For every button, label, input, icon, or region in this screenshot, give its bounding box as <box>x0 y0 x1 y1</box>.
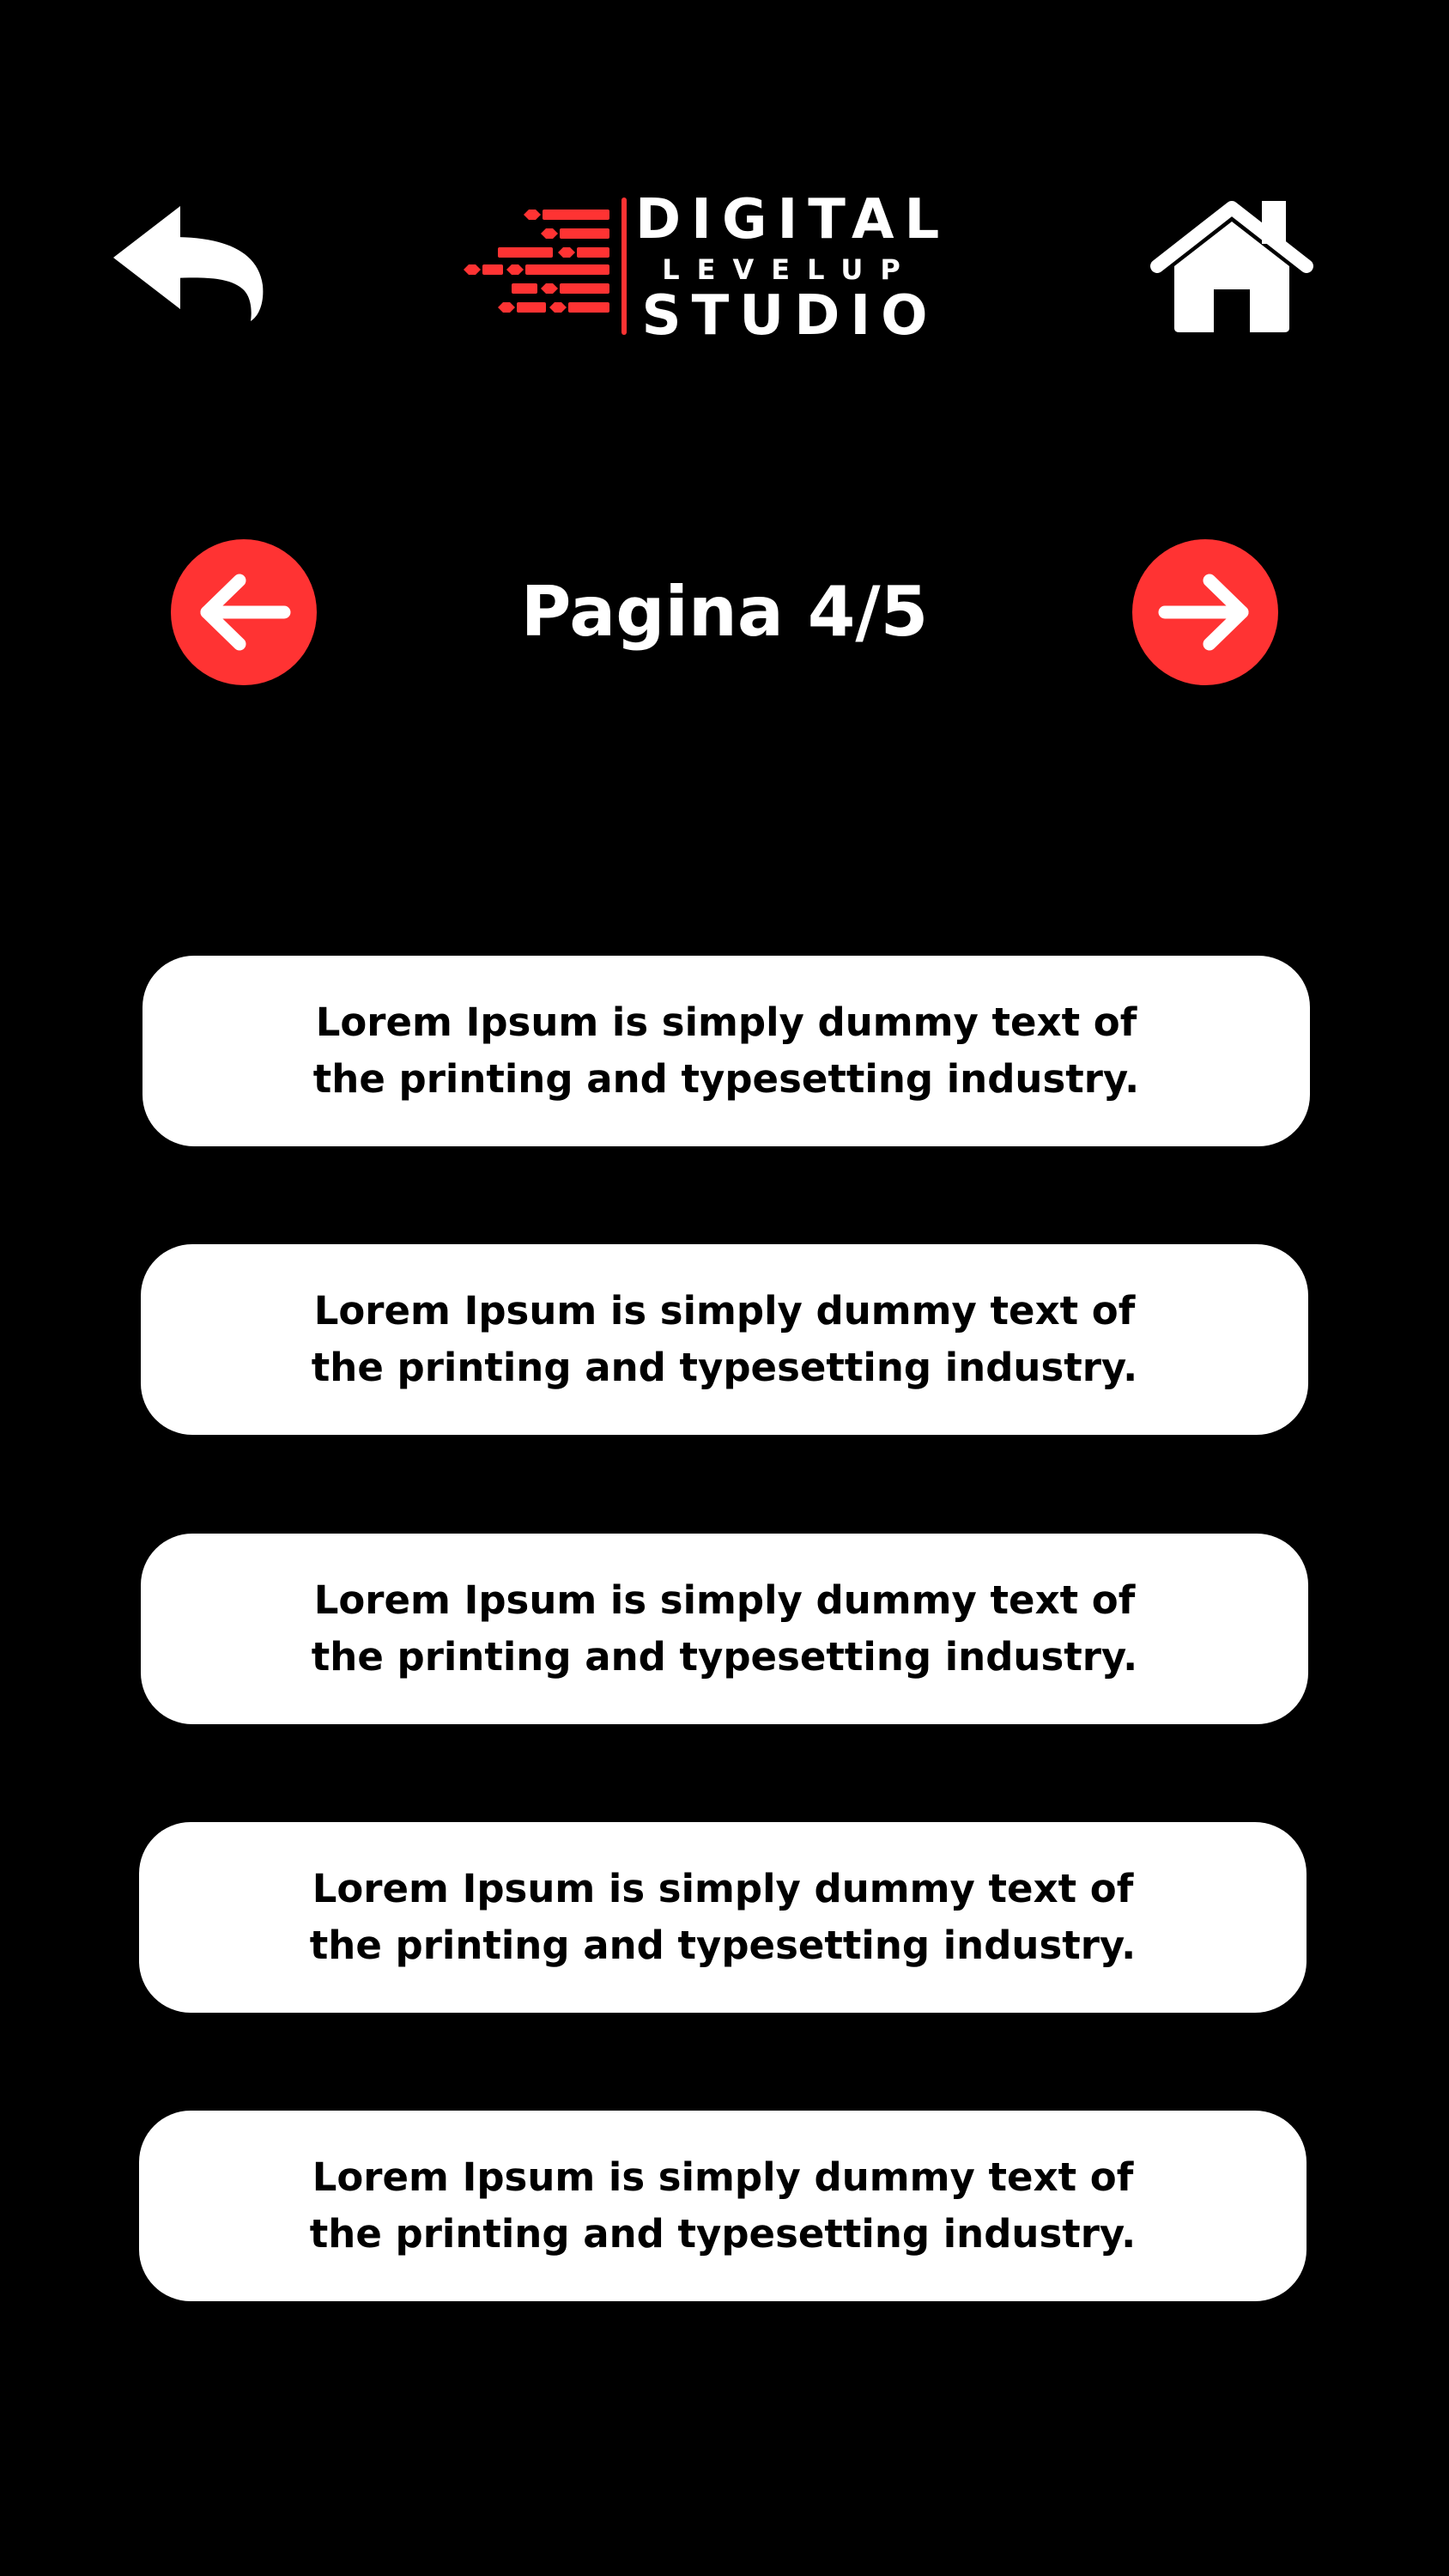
list-item[interactable]: Lorem Ipsum is simply dummy text of the … <box>139 1822 1307 2013</box>
brand-logo: DIGITAL LEVELUP STUDIO <box>464 187 950 348</box>
logo-text-digital: DIGITAL <box>635 188 950 252</box>
list-item-text: Lorem Ipsum is simply dummy text of the … <box>309 1866 1137 1968</box>
home-button[interactable] <box>1150 199 1313 332</box>
home-icon <box>1150 201 1313 332</box>
next-page-button[interactable] <box>1132 539 1278 685</box>
list-item-text: Lorem Ipsum is simply dummy text of the … <box>312 999 1140 1102</box>
list-item-text: Lorem Ipsum is simply dummy text of the … <box>309 2154 1137 2257</box>
back-arrow-icon <box>113 206 264 321</box>
arrow-right-icon <box>1158 574 1249 651</box>
list-item-text: Lorem Ipsum is simply dummy text of the … <box>311 1288 1138 1390</box>
back-button[interactable] <box>113 206 268 326</box>
logo-text-levelup: LEVELUP <box>662 253 918 286</box>
logo-circuit-icon <box>464 197 627 335</box>
list-item[interactable]: Lorem Ipsum is simply dummy text of the … <box>141 1244 1308 1435</box>
list-item-text: Lorem Ipsum is simply dummy text of the … <box>311 1577 1138 1680</box>
list-item[interactable]: Lorem Ipsum is simply dummy text of the … <box>142 956 1310 1146</box>
list-item[interactable]: Lorem Ipsum is simply dummy text of the … <box>139 2111 1307 2301</box>
logo-text-studio: STUDIO <box>641 284 938 348</box>
list-item[interactable]: Lorem Ipsum is simply dummy text of the … <box>141 1534 1308 1724</box>
